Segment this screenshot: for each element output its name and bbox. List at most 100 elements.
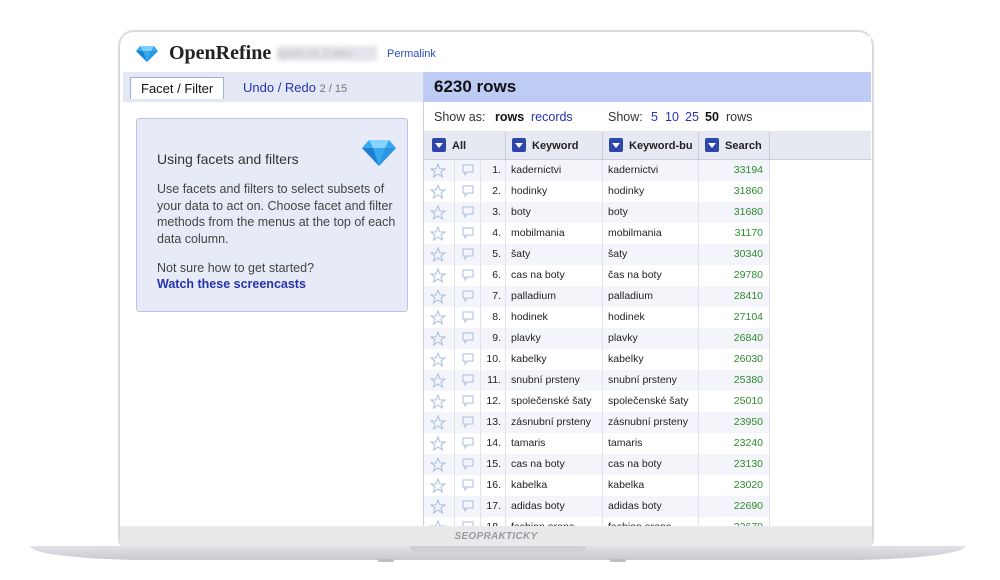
keyword-bu-cell[interactable]: fashion arena	[603, 517, 699, 526]
keyword-bu-cell[interactable]: mobilmania	[603, 223, 699, 244]
keyword-cell[interactable]: hodinek	[506, 307, 603, 328]
flag-icon[interactable]	[460, 163, 476, 181]
search-cell[interactable]: 29780	[699, 265, 770, 286]
flag-icon[interactable]	[460, 268, 476, 286]
star-icon[interactable]	[429, 309, 447, 328]
tab-undo-redo[interactable]: Undo / Redo 2 / 15	[243, 77, 347, 98]
star-icon[interactable]	[429, 519, 447, 526]
tab-facet-filter[interactable]: Facet / Filter	[130, 77, 225, 99]
keyword-bu-cell[interactable]: zásnubní prsteny	[603, 412, 699, 433]
star-icon[interactable]	[429, 267, 447, 286]
keyword-cell[interactable]: fashion arena	[506, 517, 603, 526]
star-icon[interactable]	[429, 204, 447, 223]
search-cell[interactable]: 26030	[699, 349, 770, 370]
flag-icon[interactable]	[460, 226, 476, 244]
flag-icon[interactable]	[460, 352, 476, 370]
star-icon[interactable]	[429, 225, 447, 244]
keyword-bu-cell[interactable]: palladium	[603, 286, 699, 307]
search-cell[interactable]: 22670	[699, 517, 770, 526]
star-icon[interactable]	[429, 246, 447, 265]
keyword-cell[interactable]: zásnubní prsteny	[506, 412, 603, 433]
keyword-bu-cell[interactable]: kabelka	[603, 475, 699, 496]
page-size-5[interactable]: 5	[651, 110, 658, 124]
project-name[interactable]: sport cz 2 eko	[277, 46, 377, 61]
star-icon[interactable]	[429, 456, 447, 475]
column-keyword[interactable]: Keyword	[506, 132, 603, 159]
search-cell[interactable]: 33194	[699, 160, 770, 181]
search-cell[interactable]: 31170	[699, 223, 770, 244]
search-cell[interactable]: 23130	[699, 454, 770, 475]
keyword-bu-cell[interactable]: šaty	[603, 244, 699, 265]
flag-icon[interactable]	[460, 310, 476, 328]
star-icon[interactable]	[429, 288, 447, 307]
column-all[interactable]: All	[424, 132, 506, 159]
flag-icon[interactable]	[460, 331, 476, 349]
dropdown-arrow-icon[interactable]	[705, 138, 719, 152]
keyword-bu-cell[interactable]: společenské šaty	[603, 391, 699, 412]
keyword-cell[interactable]: snubní prsteny	[506, 370, 603, 391]
star-icon[interactable]	[429, 372, 447, 391]
keyword-bu-cell[interactable]: kadernictvi	[603, 160, 699, 181]
keyword-bu-cell[interactable]: adidas boty	[603, 496, 699, 517]
flag-icon[interactable]	[460, 520, 476, 526]
diamond-icon[interactable]	[135, 45, 159, 68]
show-as-rows[interactable]: rows	[495, 110, 524, 124]
flag-icon[interactable]	[460, 499, 476, 517]
keyword-bu-cell[interactable]: čas na boty	[603, 265, 699, 286]
app-name[interactable]: OpenRefine	[169, 42, 271, 65]
star-icon[interactable]	[429, 498, 447, 517]
search-cell[interactable]: 30340	[699, 244, 770, 265]
flag-icon[interactable]	[460, 247, 476, 265]
show-as-records-link[interactable]: records	[531, 110, 573, 124]
keyword-cell[interactable]: cas na boty	[506, 265, 603, 286]
keyword-bu-cell[interactable]: plavky	[603, 328, 699, 349]
star-icon[interactable]	[429, 435, 447, 454]
star-icon[interactable]	[429, 351, 447, 370]
page-size-50[interactable]: 50	[705, 110, 719, 124]
flag-icon[interactable]	[460, 205, 476, 223]
screencasts-link[interactable]: Watch these screencasts	[157, 277, 306, 291]
page-size-10[interactable]: 10	[665, 110, 679, 124]
star-icon[interactable]	[429, 162, 447, 181]
search-cell[interactable]: 23020	[699, 475, 770, 496]
search-cell[interactable]: 26840	[699, 328, 770, 349]
keyword-cell[interactable]: kabelky	[506, 349, 603, 370]
flag-icon[interactable]	[460, 436, 476, 454]
star-icon[interactable]	[429, 477, 447, 496]
search-cell[interactable]: 23950	[699, 412, 770, 433]
flag-icon[interactable]	[460, 415, 476, 433]
column-keyword-bu[interactable]: Keyword-bu	[603, 132, 699, 159]
flag-icon[interactable]	[460, 457, 476, 475]
dropdown-arrow-icon[interactable]	[609, 138, 623, 152]
search-cell[interactable]: 23240	[699, 433, 770, 454]
keyword-cell[interactable]: společenské šaty	[506, 391, 603, 412]
search-cell[interactable]: 28410	[699, 286, 770, 307]
keyword-bu-cell[interactable]: snubní prsteny	[603, 370, 699, 391]
flag-icon[interactable]	[460, 289, 476, 307]
column-search[interactable]: Search	[699, 132, 770, 159]
keyword-cell[interactable]: kadernictvi	[506, 160, 603, 181]
keyword-cell[interactable]: plavky	[506, 328, 603, 349]
search-cell[interactable]: 31860	[699, 181, 770, 202]
keyword-bu-cell[interactable]: kabelky	[603, 349, 699, 370]
search-cell[interactable]: 22690	[699, 496, 770, 517]
keyword-cell[interactable]: hodinky	[506, 181, 603, 202]
keyword-cell[interactable]: cas na boty	[506, 454, 603, 475]
keyword-cell[interactable]: kabelka	[506, 475, 603, 496]
dropdown-arrow-icon[interactable]	[432, 138, 446, 152]
keyword-bu-cell[interactable]: hodinek	[603, 307, 699, 328]
page-size-25[interactable]: 25	[685, 110, 699, 124]
keyword-cell[interactable]: šaty	[506, 244, 603, 265]
keyword-cell[interactable]: adidas boty	[506, 496, 603, 517]
keyword-cell[interactable]: tamaris	[506, 433, 603, 454]
keyword-cell[interactable]: palladium	[506, 286, 603, 307]
flag-icon[interactable]	[460, 394, 476, 412]
keyword-cell[interactable]: boty	[506, 202, 603, 223]
search-cell[interactable]: 31680	[699, 202, 770, 223]
search-cell[interactable]: 25380	[699, 370, 770, 391]
keyword-bu-cell[interactable]: boty	[603, 202, 699, 223]
star-icon[interactable]	[429, 414, 447, 433]
search-cell[interactable]: 27104	[699, 307, 770, 328]
flag-icon[interactable]	[460, 373, 476, 391]
search-cell[interactable]: 25010	[699, 391, 770, 412]
